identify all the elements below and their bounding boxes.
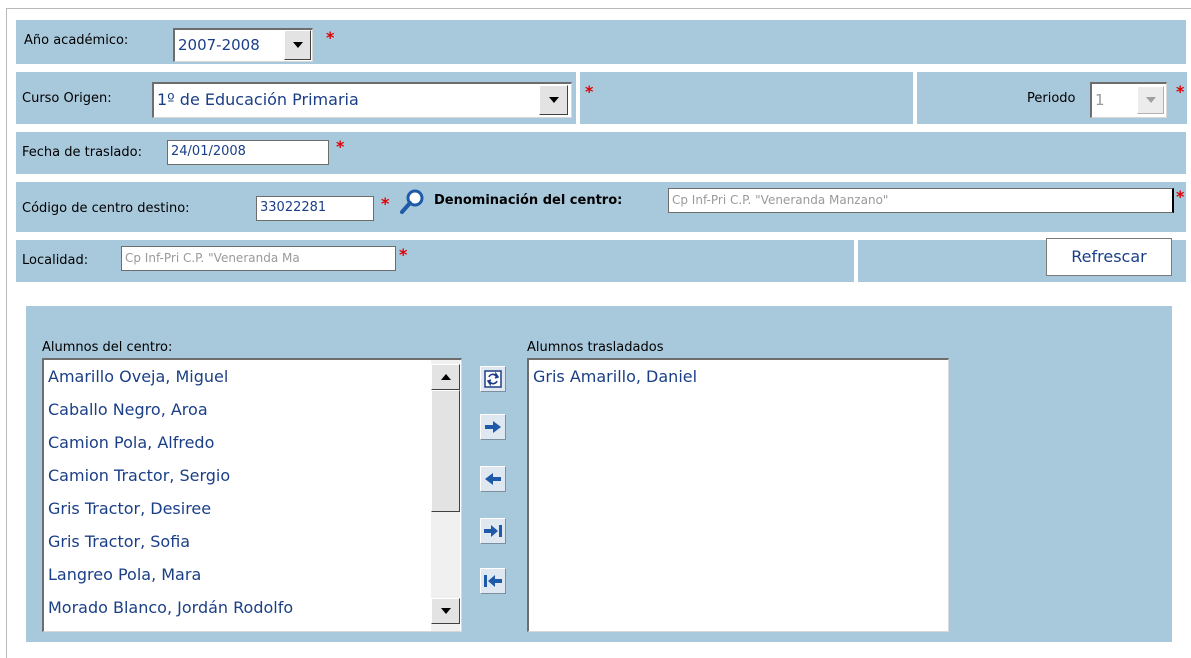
move-right-button[interactable] (480, 414, 506, 440)
alumnos-centro-label: Alumnos del centro: (42, 340, 173, 355)
chevron-down-icon (440, 608, 451, 614)
move-all-right-icon (484, 525, 502, 537)
list-item[interactable]: Gris Tractor, Sofia (44, 525, 426, 558)
fecha-required-mark: * (336, 137, 345, 156)
codigo-label: Código de centro destino: (22, 201, 190, 216)
denominacion-input[interactable]: Cp Inf-Pri C.P. "Veneranda Manzano" (668, 188, 1174, 213)
move-left-button[interactable] (480, 466, 506, 492)
chevron-down-icon (548, 97, 559, 103)
curso-label: Curso Origen: (22, 91, 112, 106)
alumnos-centro-list[interactable]: Amarillo Oveja, Miguel Caballo Negro, Ar… (42, 358, 462, 632)
localidad-label: Localidad: (22, 253, 89, 268)
curso-required-mark: * (585, 82, 594, 101)
denominacion-label-text: Denominación del centro: (434, 193, 623, 208)
fecha-label: Fecha de traslado: (22, 145, 142, 160)
list-item[interactable]: Camion Pola, Alfredo (44, 426, 426, 459)
periodo-dropdown-button[interactable] (1137, 86, 1164, 114)
move-all-right-button[interactable] (480, 518, 506, 544)
chevron-down-icon (292, 42, 303, 48)
fecha-input-value: 24/01/2008 (171, 144, 246, 159)
curso-dropdown-button[interactable] (539, 85, 568, 115)
scroll-thumb[interactable] (431, 390, 460, 512)
fecha-input[interactable]: 24/01/2008 (167, 140, 329, 165)
periodo-required-mark: * (1176, 82, 1185, 101)
periodo-select-value: 1 (1095, 91, 1105, 109)
localidad-input-value: Cp Inf-Pri C.P. "Veneranda Ma (125, 251, 300, 265)
periodo-label: Periodo (1027, 91, 1076, 106)
list-item[interactable]: Caballo Negro, Aroa (44, 393, 426, 426)
move-all-left-icon (484, 575, 502, 587)
codigo-required-mark: * (381, 194, 390, 213)
curso-select-value: 1º de Educación Primaria (157, 90, 359, 109)
list-item[interactable]: Gris Tractor, Desiree (44, 492, 426, 525)
anio-select-value: 2007-2008 (178, 36, 260, 54)
move-all-left-button[interactable] (480, 568, 506, 594)
anio-required-mark: * (326, 28, 335, 47)
row-curso-mid (580, 72, 913, 124)
list-item[interactable]: Camion Tractor, Sergio (44, 459, 426, 492)
alumnos-centro-scrollbar[interactable] (431, 360, 460, 631)
curso-select[interactable]: 1º de Educación Primaria (152, 82, 572, 118)
localidad-required-mark: * (399, 245, 408, 264)
alumnos-trasladados-list[interactable]: Gris Amarillo, Daniel (527, 358, 949, 632)
localidad-input[interactable]: Cp Inf-Pri C.P. "Veneranda Ma (121, 246, 396, 271)
alumnos-centro-items: Amarillo Oveja, Miguel Caballo Negro, Ar… (44, 360, 426, 624)
denominacion-required-mark: * (1176, 187, 1185, 206)
refrescar-button[interactable]: Refrescar (1046, 238, 1172, 276)
chevron-down-icon (1145, 97, 1156, 103)
chevron-up-icon (440, 374, 451, 380)
magnifier-icon (396, 186, 428, 218)
swap-button[interactable] (480, 366, 506, 392)
alumnos-trasladados-label: Alumnos trasladados (527, 340, 664, 355)
list-item[interactable]: Gris Amarillo, Daniel (529, 360, 948, 393)
search-centro-button[interactable] (396, 186, 428, 218)
swap-icon (484, 370, 502, 388)
list-item[interactable]: Amarillo Oveja, Miguel (44, 360, 426, 393)
anio-dropdown-button[interactable] (284, 30, 311, 60)
arrow-left-icon (485, 473, 501, 485)
scroll-up-button[interactable] (431, 364, 460, 390)
denominacion-label: Denominación del centro: (434, 193, 622, 208)
codigo-input-value: 33022281 (260, 200, 327, 215)
arrow-right-icon (485, 421, 501, 433)
anio-label: Año académico: (24, 33, 129, 48)
list-item[interactable]: Langreo Pola, Mara (44, 558, 426, 591)
list-item[interactable]: Morado Blanco, Jordán Rodolfo (44, 591, 426, 624)
denominacion-input-value: Cp Inf-Pri C.P. "Veneranda Manzano" (672, 193, 889, 207)
codigo-input[interactable]: 33022281 (256, 196, 374, 221)
scroll-down-button[interactable] (431, 598, 460, 624)
